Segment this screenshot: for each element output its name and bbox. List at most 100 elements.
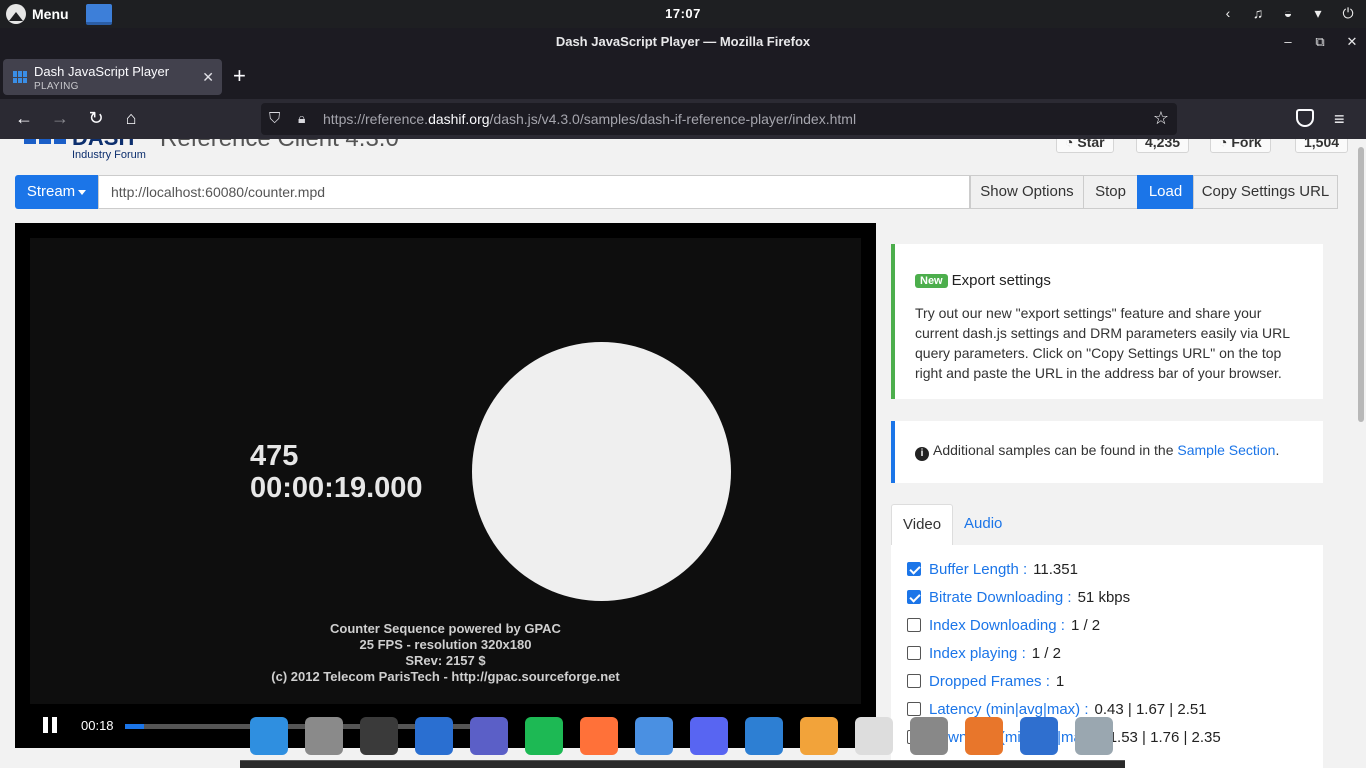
teams-icon[interactable] bbox=[470, 717, 508, 755]
spotify-icon[interactable] bbox=[525, 717, 563, 755]
stat-checkbox[interactable] bbox=[907, 674, 921, 688]
shield-icon[interactable]: ⛉ bbox=[269, 110, 280, 127]
stats-tabs: Video Audio bbox=[891, 504, 1323, 546]
github-fork-icon: ◔ bbox=[1219, 139, 1232, 150]
url-text[interactable]: https://reference.dashif.org/dash.js/v4.… bbox=[323, 111, 856, 127]
app-64-icon[interactable] bbox=[965, 717, 1003, 755]
stream-url-input[interactable]: http://localhost:60080/counter.mpd bbox=[98, 175, 970, 209]
white-circle bbox=[472, 342, 731, 601]
power-icon[interactable]: ⏻ bbox=[1340, 5, 1356, 22]
stat-row: Buffer Length : 11.351 bbox=[907, 561, 1078, 578]
stat-label: Dropped Frames : bbox=[929, 673, 1050, 690]
file-manager-icon[interactable] bbox=[305, 717, 343, 755]
stat-value: 1 / 2 bbox=[1070, 617, 1101, 634]
os-top-panel: Menu 17:07 ‹ ♫ ◒ ▾ ⏻ bbox=[0, 0, 1366, 28]
wifi-icon[interactable]: ◒ bbox=[1280, 5, 1296, 22]
settings-icon[interactable] bbox=[1075, 717, 1113, 755]
tab-bar: Dash JavaScript Player PLAYING ✕ + bbox=[0, 55, 1366, 99]
os-clock: 17:07 bbox=[665, 6, 701, 21]
lock-icon[interactable]: 🔒︎ bbox=[298, 110, 305, 127]
video-player[interactable]: 475 00:00:19.000 Counter Sequence powere… bbox=[15, 223, 876, 748]
new-badge: New bbox=[915, 274, 948, 288]
star-count[interactable]: 4,235 bbox=[1136, 139, 1190, 153]
notice-title: Export settings bbox=[951, 272, 1051, 289]
stat-value: 11.351 bbox=[1033, 561, 1078, 578]
stat-value: 51 kbps bbox=[1077, 589, 1131, 606]
discord-icon[interactable] bbox=[690, 717, 728, 755]
tab-close-icon[interactable]: ✕ bbox=[202, 69, 214, 86]
dock bbox=[240, 712, 1125, 768]
volume-icon[interactable]: ▾ bbox=[1310, 5, 1326, 22]
music-icon[interactable]: ♫ bbox=[1250, 5, 1266, 22]
dash-logo-icon bbox=[24, 139, 68, 159]
stat-label: Index Downloading : bbox=[929, 617, 1065, 634]
github-icon: ◔ bbox=[1065, 139, 1078, 150]
firefox-icon[interactable] bbox=[580, 717, 618, 755]
github-fork-button[interactable]: ◔ Fork bbox=[1210, 139, 1271, 153]
tab-audio[interactable]: Audio bbox=[953, 504, 1013, 546]
virtualbox-icon[interactable] bbox=[1020, 717, 1058, 755]
tab-video[interactable]: Video bbox=[891, 504, 954, 546]
copy-settings-url-button[interactable]: Copy Settings URL bbox=[1193, 175, 1338, 209]
stat-value: 1 / 2 bbox=[1031, 645, 1061, 662]
trash-icon[interactable] bbox=[910, 717, 948, 755]
notice-body: Try out our new "export settings" featur… bbox=[915, 305, 1290, 381]
stat-row: Bitrate Downloading : 51 kbps bbox=[907, 589, 1130, 606]
menu-hamburger-icon[interactable]: ≡ bbox=[1334, 109, 1345, 130]
logo-subtitle: Industry Forum bbox=[72, 149, 146, 161]
load-button[interactable]: Load bbox=[1137, 175, 1194, 209]
export-settings-notice: New Export settings Try out our new "expo… bbox=[891, 244, 1323, 399]
caret-down-icon bbox=[78, 189, 87, 195]
vscode-icon[interactable] bbox=[745, 717, 783, 755]
maximize-icon[interactable]: ⧉ bbox=[1314, 28, 1326, 55]
close-window-icon[interactable]: ✕ bbox=[1346, 28, 1358, 55]
info-icon: i bbox=[915, 447, 929, 461]
document-icon[interactable] bbox=[855, 717, 893, 755]
page-scrollbar[interactable] bbox=[1356, 139, 1366, 768]
files-icon[interactable] bbox=[250, 717, 288, 755]
thunderbird-icon[interactable] bbox=[415, 717, 453, 755]
tab-title: Dash JavaScript Player bbox=[34, 64, 170, 79]
bookmark-star-icon[interactable]: ☆ bbox=[1153, 108, 1169, 129]
samples-info: i Additional samples can be found in the … bbox=[891, 421, 1323, 483]
back-icon[interactable]: ← bbox=[13, 108, 35, 128]
stat-label: Buffer Length : bbox=[929, 561, 1028, 578]
page-title: Reference Client 4.3.0 bbox=[160, 139, 399, 153]
video-credits: Counter Sequence powered by GPAC 25 FPS … bbox=[271, 621, 620, 684]
stat-checkbox[interactable] bbox=[907, 562, 921, 576]
stat-checkbox[interactable] bbox=[907, 590, 921, 604]
new-tab-icon[interactable]: + bbox=[233, 63, 246, 89]
navigation-bar: ← → ↻ ⌂ ⛉ 🔒︎ https://reference.dashif.or… bbox=[0, 99, 1366, 139]
stat-label: Index playing : bbox=[929, 645, 1026, 662]
stat-label: Bitrate Downloading : bbox=[929, 589, 1072, 606]
frame-counter: 475 00:00:19.000 bbox=[250, 440, 423, 504]
tray-arrow-icon[interactable]: ‹ bbox=[1220, 5, 1236, 22]
home-icon[interactable]: ⌂ bbox=[120, 108, 142, 128]
stat-row: Index Downloading : 1 / 2 bbox=[907, 617, 1100, 634]
sample-section-link[interactable]: Sample Section bbox=[1177, 442, 1275, 458]
stat-checkbox[interactable] bbox=[907, 646, 921, 660]
stop-button[interactable]: Stop bbox=[1083, 175, 1138, 209]
current-time: 00:18 bbox=[81, 718, 114, 733]
tab-status: PLAYING bbox=[34, 81, 79, 92]
fork-count[interactable]: 1,504 bbox=[1295, 139, 1349, 153]
github-star-button[interactable]: ◔ Star bbox=[1056, 139, 1114, 153]
pocket-icon[interactable] bbox=[1296, 109, 1314, 127]
system-tray: ‹ ♫ ◒ ▾ ⏻ bbox=[1220, 5, 1356, 22]
stat-row: Dropped Frames : 1 bbox=[907, 673, 1064, 690]
sublime-icon[interactable] bbox=[800, 717, 838, 755]
chromium-icon[interactable] bbox=[635, 717, 673, 755]
forward-icon[interactable]: → bbox=[49, 108, 71, 128]
stat-value: 1 bbox=[1055, 673, 1065, 690]
address-bar[interactable]: ⛉ 🔒︎ https://reference.dashif.org/dash.j… bbox=[261, 103, 1177, 135]
window-titlebar: Dash JavaScript Player — Mozilla Firefox… bbox=[0, 28, 1366, 55]
browser-tab[interactable]: Dash JavaScript Player PLAYING ✕ bbox=[3, 59, 222, 95]
video-frame[interactable]: 475 00:00:19.000 Counter Sequence powere… bbox=[30, 238, 861, 704]
terminal-icon[interactable] bbox=[360, 717, 398, 755]
reload-icon[interactable]: ↻ bbox=[85, 108, 107, 128]
stat-checkbox[interactable] bbox=[907, 618, 921, 632]
stream-dropdown-button[interactable]: Stream bbox=[15, 175, 98, 209]
show-options-button[interactable]: Show Options bbox=[970, 175, 1084, 209]
minimize-icon[interactable]: – bbox=[1282, 28, 1294, 55]
pause-icon[interactable] bbox=[43, 717, 57, 733]
